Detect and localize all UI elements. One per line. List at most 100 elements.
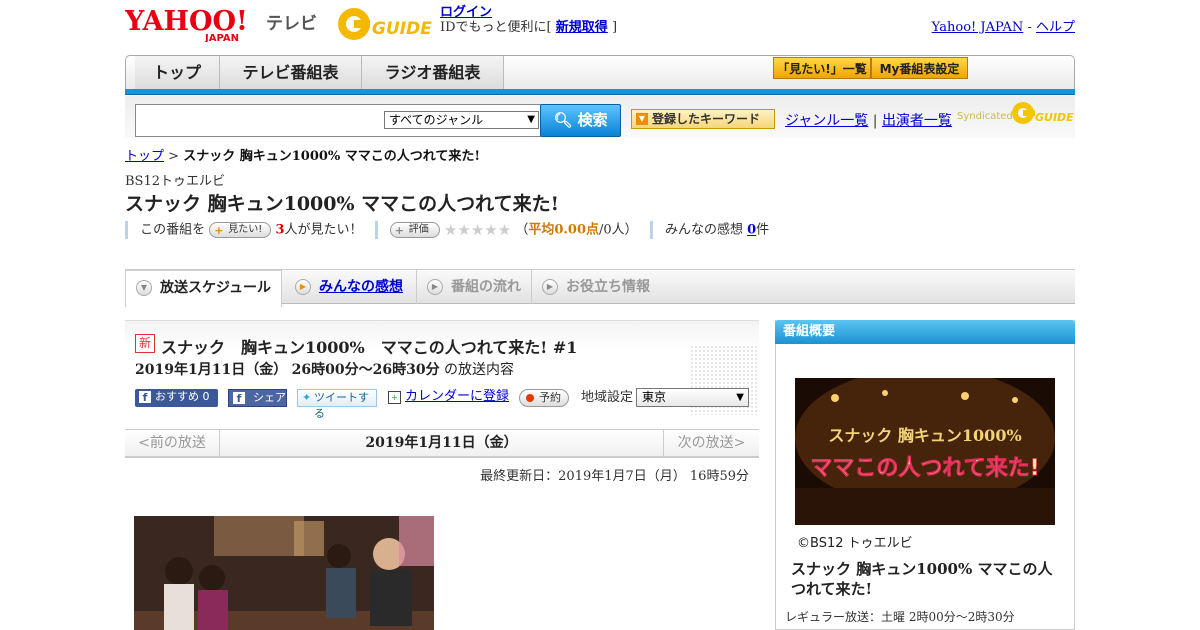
login-prompt: IDでもっと便利に[ (440, 20, 552, 35)
record-dot-icon (526, 394, 534, 402)
key-visual-title-line2: ママこの人つれて来た! (810, 456, 1039, 481)
syndicated-gguide-text: GUIDE (1035, 111, 1074, 124)
play-icon: ▶ (427, 279, 443, 295)
link-divider: | (872, 113, 878, 129)
gguide-logo-text: GUIDE (372, 19, 432, 39)
program-key-visual: スナック 胸キュン1000% ママこの人つれて来た! (795, 378, 1055, 525)
cast-list-link[interactable]: 出演者一覧 (882, 113, 952, 129)
divider (649, 221, 653, 239)
want-to-watch-label: 見たい! (228, 224, 263, 235)
twitter-bird-icon: ✦ (302, 391, 312, 404)
facebook-share-label: シェア (253, 391, 286, 404)
region-select[interactable]: 東京 ▼ (636, 388, 749, 407)
help-link[interactable]: ヘルプ (1036, 20, 1075, 35)
calendar-icon: + (388, 391, 401, 404)
tweet-label: ツイートする (314, 391, 369, 420)
nav-tab-tv-schedule[interactable]: テレビ番組表 (220, 56, 362, 89)
yahoo-logo-sub: JAPAN (204, 33, 239, 42)
genre-select[interactable]: すべてのジャンル ▼ (384, 111, 539, 129)
yahoo-japan-logo[interactable]: YAHOO! JAPAN (124, 6, 261, 44)
syndicated-label: Syndicated (957, 111, 1013, 122)
tab-reviews[interactable]: ▶ みんなの感想 (285, 270, 417, 304)
episode-photo (134, 516, 434, 630)
my-schedule-button[interactable]: My番組表設定 (871, 57, 968, 79)
gguide-logo[interactable]: GUIDE (334, 6, 434, 42)
episode-date: 2019年1月11日（金） (135, 362, 288, 378)
reviews-count-link[interactable]: 0 (747, 223, 756, 238)
region-select-value: 東京 (642, 390, 667, 404)
facebook-icon: f (233, 392, 245, 405)
tab-useful-info-label: お役立ち情報 (566, 279, 650, 295)
rate-label: 評価 (408, 224, 429, 235)
nav-tab-top[interactable]: トップ (135, 56, 220, 89)
plus-icon: + (214, 224, 224, 237)
episode-title: スナック 胸キュン1000% ママこの人つれて来た! #1 (161, 338, 578, 357)
breadcrumb: トップ > スナック 胸キュン1000% ママこの人つれて来た! (125, 145, 480, 164)
average-score: 平均0.00点 (528, 222, 600, 238)
key-visual-title-line1: スナック 胸キュン1000% (828, 426, 1021, 445)
nav-underline (125, 89, 1075, 95)
genre-list-link[interactable]: ジャンル一覧 (785, 113, 868, 129)
reviews-label: みんなの感想 (664, 222, 743, 238)
program-stats-row: この番組を + 見たい! 3人が見たい！ + 評価 ★★★★★ （平均0.00点… (125, 220, 769, 240)
login-suffix: ] (611, 20, 618, 35)
episode-time: 26時00分～26時30分 (291, 362, 440, 378)
overview-program-title: スナック 胸キュン1000% ママこの人つれて来た! (791, 560, 1053, 598)
current-broadcast-date: 2019年1月11日（金） (365, 435, 518, 451)
tab-reviews-label: みんなの感想 (319, 279, 403, 295)
plus-icon: + (394, 224, 405, 237)
play-icon: ▶ (295, 279, 311, 295)
top-right-links: Yahoo! JAPAN - ヘルプ (932, 16, 1075, 35)
facebook-recommend-label: おすすめ 0 (155, 390, 210, 403)
register-link[interactable]: 新規取得 (556, 20, 608, 35)
previous-broadcast-link[interactable]: <前の放送 (125, 429, 220, 458)
play-icon: ▶ (542, 279, 558, 295)
search-icon: 🔍︎ (553, 111, 573, 129)
want-list-button[interactable]: 「見たい!」一覧 (773, 57, 871, 79)
rate-button[interactable]: + 評価 (389, 222, 440, 238)
region-label: 地域設定 (581, 390, 634, 405)
registered-keywords-button[interactable]: ▼ 登録したキーワード (631, 109, 775, 129)
want-to-watch-button[interactable]: + 見たい! (209, 222, 272, 238)
reviews-suffix: 件 (756, 222, 770, 238)
search-button[interactable]: 🔍︎ 検索 (540, 104, 621, 137)
tweet-button[interactable]: ✦ ツイートする (297, 389, 377, 420)
tab-useful-info[interactable]: ▶ お役立ち情報 (532, 270, 672, 304)
image-copyright: ©BS12 トゥエルビ (797, 536, 913, 551)
triangle-down-icon: ▼ (636, 113, 648, 125)
add-to-calendar-label: カレンダーに登録 (405, 389, 510, 404)
facebook-share-button[interactable]: f シェア (228, 389, 287, 407)
breadcrumb-top-link[interactable]: トップ (125, 149, 164, 164)
tab-program-flow[interactable]: ▶ 番組の流れ (417, 270, 532, 304)
page-title: スナック 胸キュン1000% ママこの人つれて来た! (125, 193, 559, 215)
registered-keywords-label: 登録したキーワード (652, 112, 761, 126)
yahoo-japan-link[interactable]: Yahoo! JAPAN (932, 20, 1024, 35)
nav-tab-radio-schedule[interactable]: ラジオ番組表 (362, 56, 504, 89)
tab-program-flow-label: 番組の流れ (451, 279, 521, 295)
reserve-label: 予約 (539, 391, 561, 404)
this-program-label: この番組を (140, 222, 206, 238)
want-count: 3 (275, 222, 285, 238)
facebook-recommend-button[interactable]: f おすすめ 0 (135, 389, 218, 407)
add-to-calendar-link[interactable]: + カレンダーに登録 (388, 389, 509, 407)
avg-suffix: /0人） (599, 222, 638, 238)
breadcrumb-current: スナック 胸キュン1000% ママこの人つれて来た! (183, 149, 481, 164)
new-badge: 新 (135, 334, 155, 353)
tv-label: テレビ (266, 14, 317, 34)
search-links: ジャンル一覧 | 出演者一覧 (785, 110, 952, 130)
facebook-icon: f (139, 391, 151, 404)
chevron-down-icon: ▼ (527, 114, 535, 125)
login-link[interactable]: ログイン (440, 5, 492, 20)
search-button-label: 検索 (577, 111, 608, 129)
breadcrumb-separator: > (168, 149, 180, 164)
regular-broadcast-info: レギュラー放送：土曜 2時00分～2時30分 (785, 610, 1015, 624)
next-broadcast-link[interactable]: 次の放送> (663, 429, 759, 458)
link-separator: - (1027, 20, 1032, 35)
tab-broadcast-schedule[interactable]: ▼ 放送スケジュール (125, 270, 282, 307)
reserve-button[interactable]: 予約 (519, 389, 569, 407)
divider (125, 221, 128, 239)
episode-datetime: 2019年1月11日（金） 26時00分～26時30分 の放送内容 (135, 359, 514, 379)
chevron-down-icon: ▼ (736, 392, 744, 403)
divider (374, 221, 378, 239)
avg-prefix: （ (515, 222, 529, 238)
